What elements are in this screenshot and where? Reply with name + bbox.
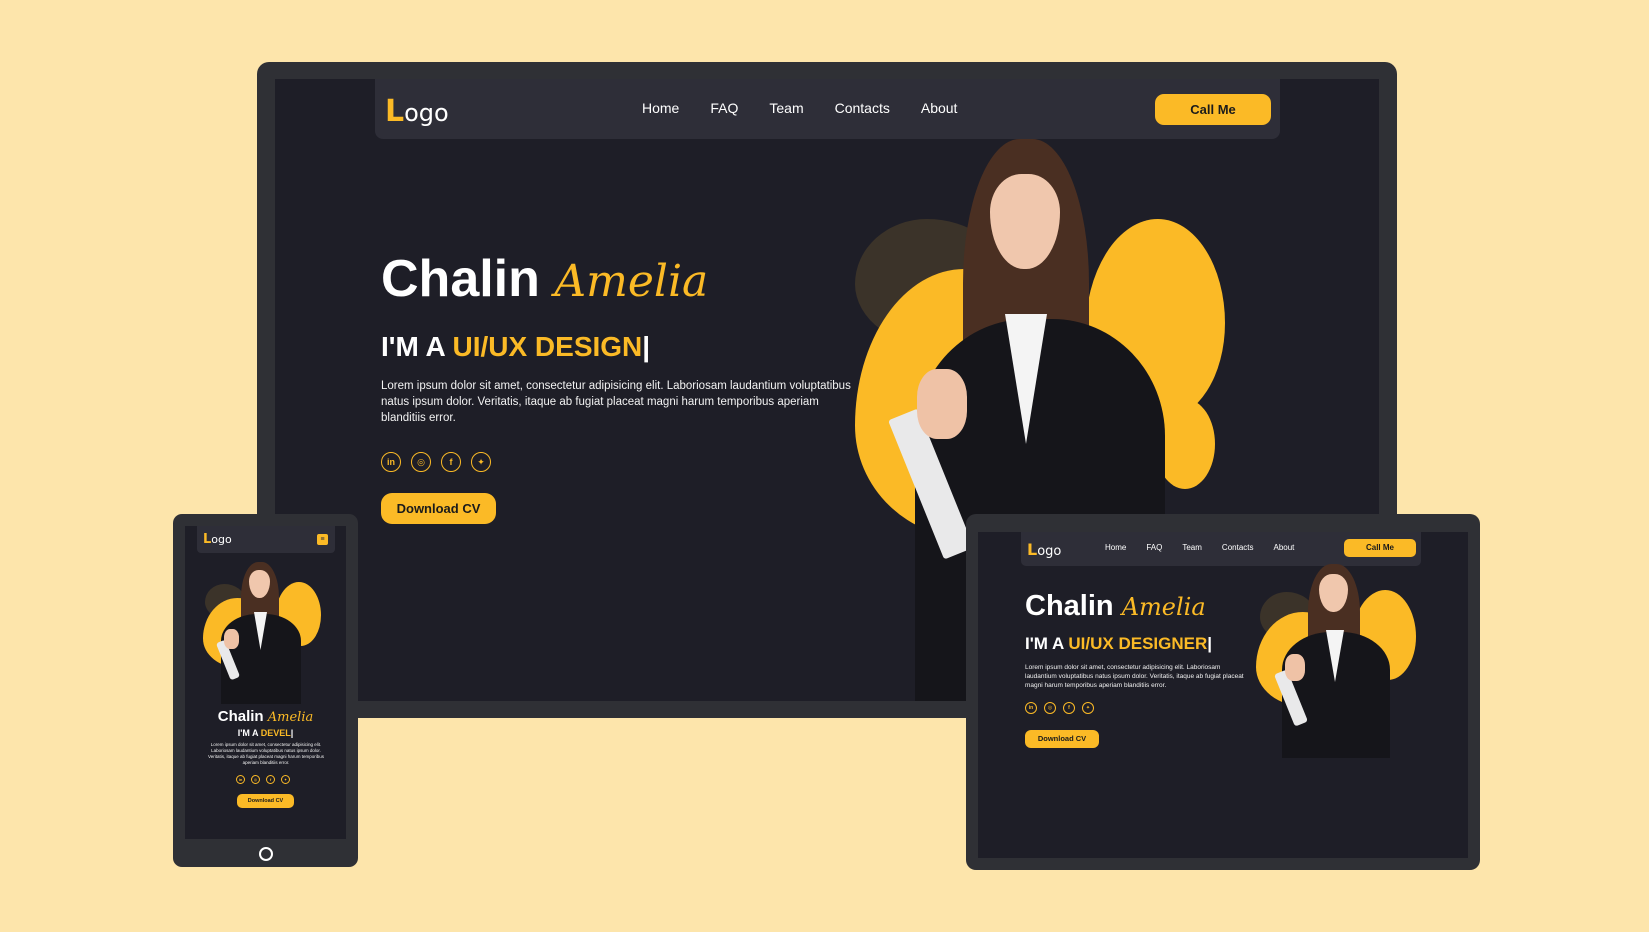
nav-about[interactable]: About bbox=[921, 100, 958, 116]
typing-cursor: | bbox=[290, 728, 294, 738]
nav-home[interactable]: Home bbox=[642, 100, 679, 116]
linkedin-icon[interactable]: in bbox=[236, 775, 245, 784]
twitter-icon[interactable]: ✦ bbox=[281, 775, 290, 784]
role-accent: UI/UX DESIGN bbox=[452, 331, 643, 362]
download-cv-button[interactable]: Download CV bbox=[237, 794, 294, 808]
linkedin-icon[interactable]: in bbox=[381, 452, 401, 472]
logo-text: ogo bbox=[404, 99, 449, 127]
github-icon[interactable]: ◎ bbox=[411, 452, 431, 472]
nav-faq[interactable]: FAQ bbox=[710, 100, 738, 116]
hero-portrait bbox=[1256, 562, 1426, 758]
hero-name: Chalin Amelia bbox=[185, 708, 346, 725]
hero-first-name: Chalin bbox=[217, 708, 264, 725]
phone-screen: Logo ≡ Chalin Amelia I'M A DEVEL| Lorem … bbox=[185, 526, 346, 839]
nav-team[interactable]: Team bbox=[769, 100, 803, 116]
role-accent: DEVEL bbox=[260, 728, 291, 738]
github-icon[interactable]: ◎ bbox=[1044, 702, 1056, 714]
hero-first-name: Chalin bbox=[1025, 590, 1114, 622]
github-icon[interactable]: ◎ bbox=[251, 775, 260, 784]
hero-portrait bbox=[203, 562, 328, 704]
twitter-icon[interactable]: ✦ bbox=[471, 452, 491, 472]
typing-cursor: | bbox=[1207, 634, 1213, 653]
hero-description: Lorem ipsum dolor sit amet, consectetur … bbox=[1025, 664, 1244, 689]
logo-text: ogo bbox=[1037, 544, 1062, 559]
nav-team[interactable]: Team bbox=[1182, 543, 1202, 552]
facebook-icon[interactable]: f bbox=[266, 775, 275, 784]
role-prefix: I'M A bbox=[381, 331, 453, 362]
hero-role: I'M A DEVEL| bbox=[185, 728, 346, 738]
call-me-button[interactable]: Call Me bbox=[1344, 539, 1416, 557]
phone-logo[interactable]: Logo bbox=[203, 532, 232, 547]
role-prefix: I'M A bbox=[237, 728, 261, 738]
nav-about[interactable]: About bbox=[1274, 543, 1295, 552]
logo-letter: L bbox=[1027, 540, 1038, 559]
phone-navbar: Logo ≡ bbox=[197, 526, 335, 553]
hero-role: I'M A UI/UX DESIGN| bbox=[381, 331, 650, 363]
tablet-screen: Logo Home FAQ Team Contacts About Call M… bbox=[978, 532, 1468, 858]
logo-letter: L bbox=[385, 94, 405, 129]
linkedin-icon[interactable]: in bbox=[1025, 702, 1037, 714]
nav-home[interactable]: Home bbox=[1105, 543, 1126, 552]
hero-script-name: Amelia bbox=[554, 256, 709, 307]
hero-first-name: Chalin bbox=[381, 250, 540, 308]
hero-name: Chalin Amelia bbox=[1025, 590, 1206, 623]
phone-device: Logo ≡ Chalin Amelia I'M A DEVEL| Lorem … bbox=[173, 514, 358, 867]
tablet-logo[interactable]: Logo bbox=[1027, 540, 1061, 559]
hero-script-name: Amelia bbox=[267, 710, 314, 725]
download-cv-button[interactable]: Download CV bbox=[1025, 730, 1099, 748]
tablet-navbar: Logo Home FAQ Team Contacts About Call M… bbox=[1021, 532, 1421, 566]
hero-description: Lorem ipsum dolor sit amet, consectetur … bbox=[381, 380, 851, 424]
typing-cursor: | bbox=[642, 331, 651, 362]
hero-role: I'M A UI/UX DESIGNER| bbox=[1025, 634, 1212, 654]
tablet-device: Logo Home FAQ Team Contacts About Call M… bbox=[966, 514, 1480, 870]
logo-text: ogo bbox=[211, 533, 232, 546]
desktop-navbar: Logo Home FAQ Team Contacts About Call M… bbox=[375, 79, 1280, 139]
twitter-icon[interactable]: ✦ bbox=[1082, 702, 1094, 714]
facebook-icon[interactable]: f bbox=[441, 452, 461, 472]
facebook-icon[interactable]: f bbox=[1063, 702, 1075, 714]
desktop-nav-links: Home FAQ Team Contacts About bbox=[642, 100, 988, 116]
tablet-nav-links: Home FAQ Team Contacts About bbox=[1105, 543, 1314, 552]
social-links: in ◎ f ✦ bbox=[236, 775, 296, 784]
nav-faq[interactable]: FAQ bbox=[1146, 543, 1162, 552]
role-accent: UI/UX DESIGNER bbox=[1068, 634, 1208, 653]
hero-script-name: Amelia bbox=[1121, 593, 1206, 621]
hero-description: Lorem ipsum dolor sit amet, consectetur … bbox=[207, 742, 325, 765]
call-me-button[interactable]: Call Me bbox=[1155, 94, 1271, 125]
hamburger-menu-icon[interactable]: ≡ bbox=[317, 534, 328, 545]
hero-name: Chalin Amelia bbox=[381, 249, 708, 309]
desktop-logo[interactable]: Logo bbox=[385, 94, 449, 129]
social-links: in ◎ f ✦ bbox=[381, 452, 501, 472]
role-prefix: I'M A bbox=[1025, 634, 1069, 653]
social-links: in ◎ f ✦ bbox=[1025, 702, 1101, 714]
download-cv-button[interactable]: Download CV bbox=[381, 493, 496, 524]
phone-home-button[interactable] bbox=[259, 847, 273, 861]
nav-contacts[interactable]: Contacts bbox=[835, 100, 890, 116]
nav-contacts[interactable]: Contacts bbox=[1222, 543, 1254, 552]
